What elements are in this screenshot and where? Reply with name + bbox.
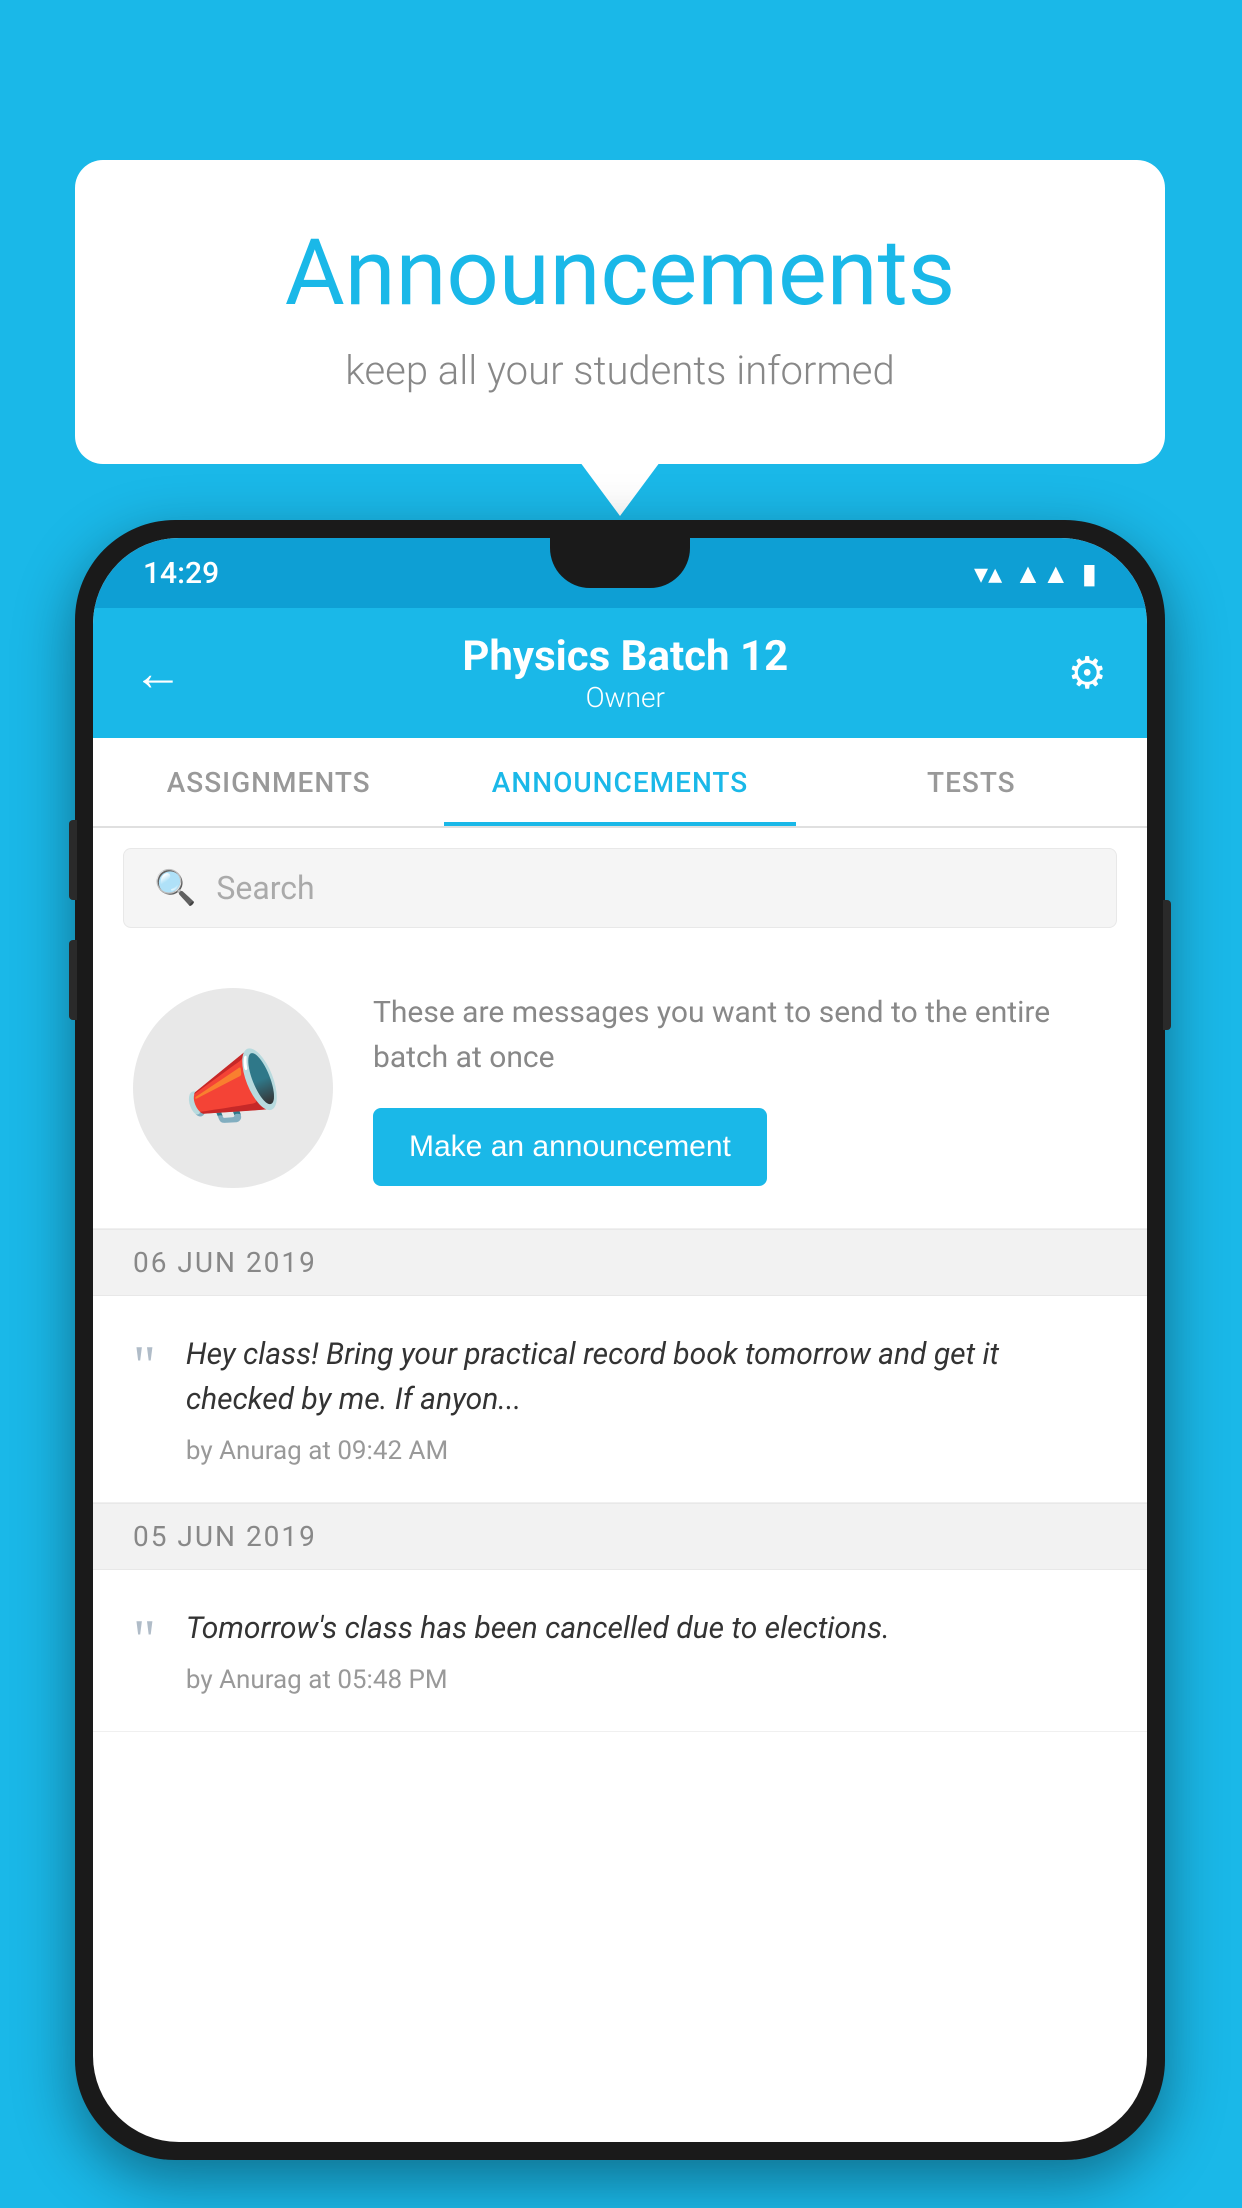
- promo-card: 📣 These are messages you want to send to…: [93, 948, 1147, 1229]
- battery-icon: ▮: [1082, 557, 1097, 590]
- tab-announcements[interactable]: ANNOUNCEMENTS: [444, 738, 795, 826]
- tab-assignments[interactable]: ASSIGNMENTS: [93, 738, 444, 826]
- speech-bubble-subtitle: keep all your students informed: [155, 347, 1085, 394]
- power-button[interactable]: [1163, 900, 1171, 1030]
- status-icons: ▾▴ ▲▲ ▮: [974, 557, 1097, 590]
- volume-down-button[interactable]: [69, 940, 77, 1020]
- search-bar[interactable]: 🔍 Search: [123, 848, 1117, 928]
- announcement-content-1: Hey class! Bring your practical record b…: [186, 1332, 1107, 1466]
- settings-icon[interactable]: ⚙: [1068, 647, 1107, 699]
- app-bar-title: Physics Batch 12: [462, 632, 788, 681]
- announcement-author-2: by Anurag at 05:48 PM: [186, 1665, 1107, 1695]
- app-bar-center: Physics Batch 12 Owner: [462, 632, 788, 714]
- announcement-content-2: Tomorrow's class has been cancelled due …: [186, 1606, 1107, 1695]
- speech-bubble-container: Announcements keep all your students inf…: [75, 160, 1165, 464]
- search-placeholder: Search: [216, 869, 314, 907]
- speech-bubble: Announcements keep all your students inf…: [75, 160, 1165, 464]
- notch: [550, 538, 690, 588]
- announcement-text-2: Tomorrow's class has been cancelled due …: [186, 1606, 1107, 1651]
- date-separator-2: 05 JUN 2019: [93, 1503, 1147, 1570]
- announcement-author-1: by Anurag at 09:42 AM: [186, 1436, 1107, 1466]
- announcement-item-2[interactable]: " Tomorrow's class has been cancelled du…: [93, 1570, 1147, 1732]
- search-container: 🔍 Search: [93, 828, 1147, 948]
- promo-content: These are messages you want to send to t…: [373, 990, 1107, 1186]
- status-bar: 14:29 ▾▴ ▲▲ ▮: [93, 538, 1147, 608]
- promo-description: These are messages you want to send to t…: [373, 990, 1107, 1080]
- megaphone-icon: 📣: [183, 1041, 283, 1135]
- phone-outer: 14:29 ▾▴ ▲▲ ▮ ← Physics Batch 12 Owner ⚙: [75, 520, 1165, 2160]
- quote-icon-2: ": [133, 1612, 156, 1668]
- volume-up-button[interactable]: [69, 820, 77, 900]
- app-bar: ← Physics Batch 12 Owner ⚙: [93, 608, 1147, 738]
- wifi-icon: ▾▴: [974, 557, 1002, 590]
- announcement-item-1[interactable]: " Hey class! Bring your practical record…: [93, 1296, 1147, 1503]
- speech-bubble-title: Announcements: [155, 220, 1085, 327]
- app-bar-subtitle: Owner: [462, 681, 788, 714]
- promo-icon-circle: 📣: [133, 988, 333, 1188]
- tab-tests[interactable]: TESTS: [796, 738, 1147, 826]
- quote-icon-1: ": [133, 1338, 156, 1394]
- tab-bar: ASSIGNMENTS ANNOUNCEMENTS TESTS: [93, 738, 1147, 828]
- make-announcement-button[interactable]: Make an announcement: [373, 1108, 767, 1186]
- phone-mockup: 14:29 ▾▴ ▲▲ ▮ ← Physics Batch 12 Owner ⚙: [75, 520, 1165, 2160]
- search-icon: 🔍: [154, 868, 196, 908]
- phone-screen: 14:29 ▾▴ ▲▲ ▮ ← Physics Batch 12 Owner ⚙: [93, 538, 1147, 2142]
- status-time: 14:29: [143, 556, 219, 591]
- back-button[interactable]: ←: [133, 644, 183, 703]
- date-separator-1: 06 JUN 2019: [93, 1229, 1147, 1296]
- signal-icon: ▲▲: [1014, 557, 1069, 590]
- announcement-text-1: Hey class! Bring your practical record b…: [186, 1332, 1107, 1422]
